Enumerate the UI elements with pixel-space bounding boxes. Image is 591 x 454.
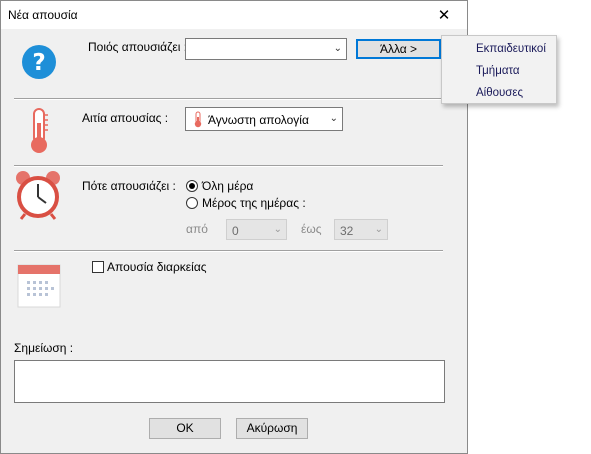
- chevron-down-icon: ⌄: [329, 112, 338, 124]
- cancel-button[interactable]: Ακύρωση: [236, 418, 308, 439]
- full-day-label[interactable]: Όλη μέρα: [202, 179, 253, 193]
- menu-item-teachers[interactable]: Εκπαιδευτικοί: [442, 38, 556, 60]
- menu-item-rooms[interactable]: Αίθουσες: [442, 82, 556, 104]
- reason-label: Αιτία απουσίας :: [82, 111, 169, 125]
- other-button[interactable]: Άλλα >: [356, 39, 441, 59]
- part-day-label[interactable]: Μέρος της ημέρας :: [202, 196, 306, 210]
- part-day-radio[interactable]: [186, 197, 198, 209]
- notes-label: Σημείωση :: [14, 341, 74, 355]
- from-value: 0: [232, 224, 239, 238]
- title-bar: Νέα απουσία ✕: [1, 1, 467, 29]
- menu-item-classes[interactable]: Τμήματα: [442, 60, 556, 82]
- reason-select[interactable]: Άγνωστη απολογία ⌄: [185, 107, 343, 131]
- close-icon: ✕: [437, 7, 451, 24]
- divider: [14, 250, 443, 252]
- ok-button[interactable]: OK: [149, 418, 221, 439]
- help-icon: ?: [22, 45, 56, 79]
- chevron-down-icon: ⌄: [374, 223, 383, 235]
- calendar-icon: [17, 264, 61, 308]
- to-select[interactable]: 32 ⌄: [334, 219, 388, 240]
- new-absence-dialog: Νέα απουσία ✕ ? Ποιός απουσιάζει : ⌄ Άλλ…: [0, 0, 468, 454]
- thermometer-icon: [31, 108, 48, 153]
- notes-textarea[interactable]: [14, 360, 445, 403]
- chevron-down-icon: ⌄: [333, 42, 342, 54]
- divider: [14, 165, 443, 167]
- divider: [14, 98, 443, 100]
- duration-checkbox[interactable]: [92, 261, 104, 273]
- chevron-down-icon: ⌄: [273, 223, 282, 235]
- duration-label[interactable]: Απουσία διαρκείας: [107, 260, 207, 274]
- other-popup-menu: Εκπαιδευτικοί Τμήματα Αίθουσες: [441, 35, 557, 104]
- thermometer-small-icon: [194, 111, 202, 128]
- close-button[interactable]: ✕: [421, 1, 467, 29]
- who-select[interactable]: ⌄: [185, 38, 347, 60]
- to-label: έως: [301, 222, 322, 236]
- from-label: από: [186, 222, 208, 236]
- window-title: Νέα απουσία: [8, 8, 78, 22]
- to-value: 32: [340, 224, 354, 238]
- alarm-clock-icon: [16, 171, 60, 220]
- from-select[interactable]: 0 ⌄: [226, 219, 287, 240]
- full-day-radio[interactable]: [186, 180, 198, 192]
- who-label: Ποιός απουσιάζει :: [88, 40, 188, 54]
- reason-value: Άγνωστη απολογία: [208, 113, 309, 127]
- when-label: Πότε απουσιάζει :: [82, 179, 176, 193]
- svg-text:?: ?: [32, 50, 45, 76]
